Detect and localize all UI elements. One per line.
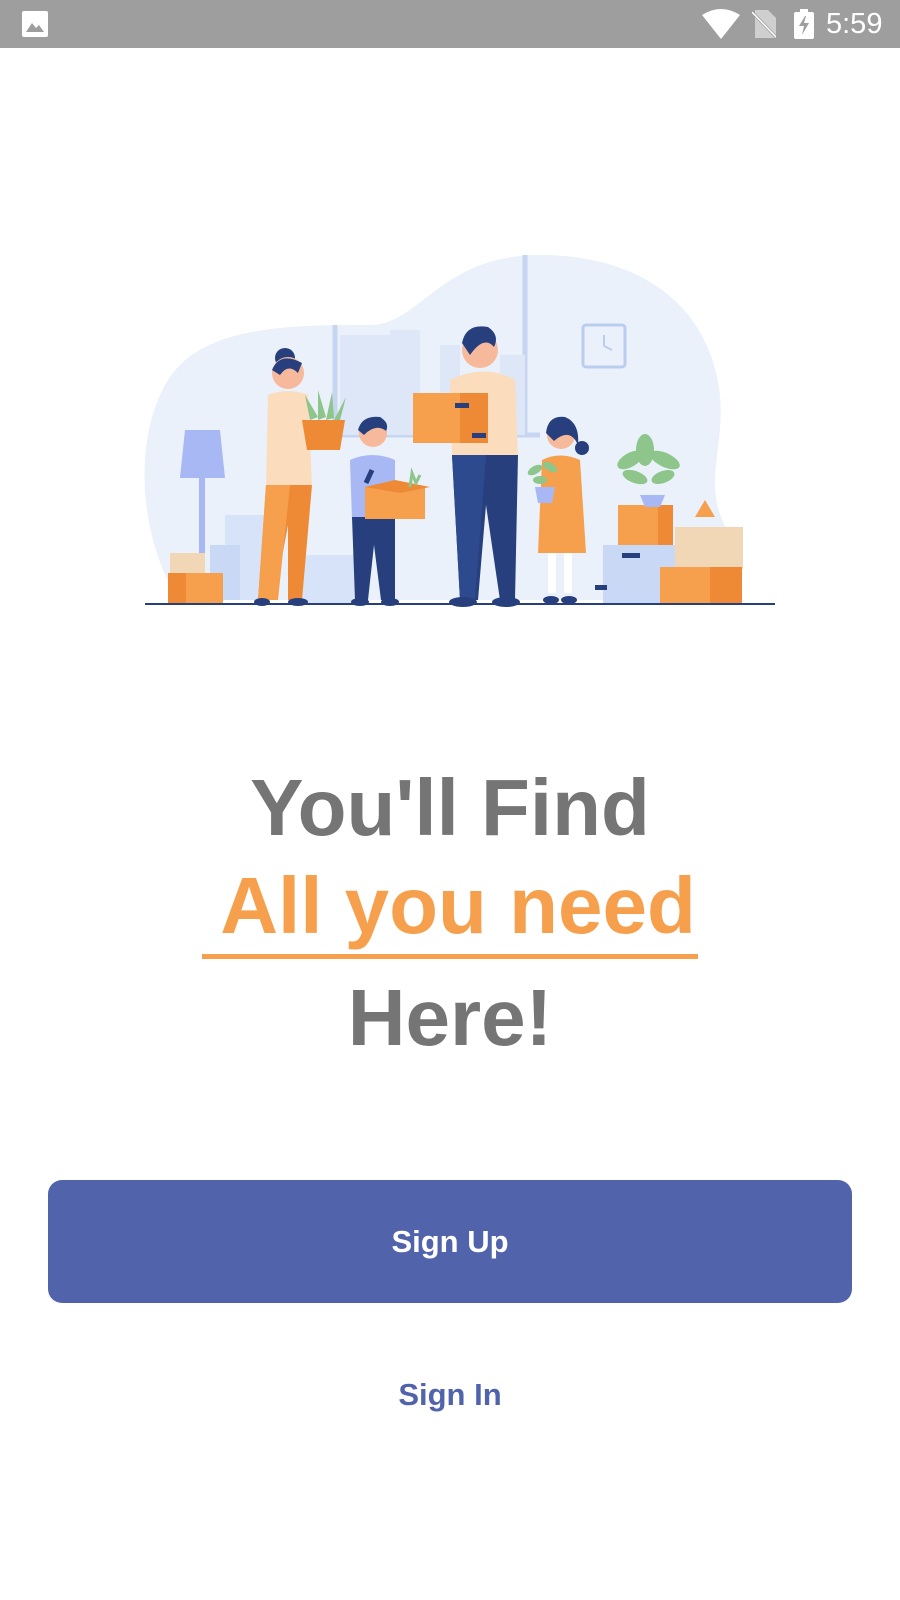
- headline: You'll Find All you need Here!: [0, 758, 900, 1068]
- no-sim-icon: [752, 10, 776, 38]
- sign-in-link[interactable]: Sign In: [300, 1365, 600, 1425]
- family-moving-illustration: [144, 255, 775, 607]
- headline-line-2-wrap: All you need: [0, 858, 900, 968]
- sign-up-button[interactable]: Sign Up: [48, 1180, 852, 1303]
- headline-line-1: You'll Find: [250, 763, 650, 852]
- headline-line-2-highlight: All you need: [202, 858, 698, 959]
- status-time: 5:59: [826, 8, 883, 40]
- headline-line-3: Here!: [347, 973, 553, 1062]
- wifi-icon: [702, 9, 740, 39]
- battery-charging-icon: [794, 9, 814, 39]
- gallery-icon: [22, 11, 48, 37]
- status-bar: 5:59: [0, 0, 900, 48]
- welcome-screen: 5:59 You'll Find All you need Here! Sign…: [0, 0, 900, 1600]
